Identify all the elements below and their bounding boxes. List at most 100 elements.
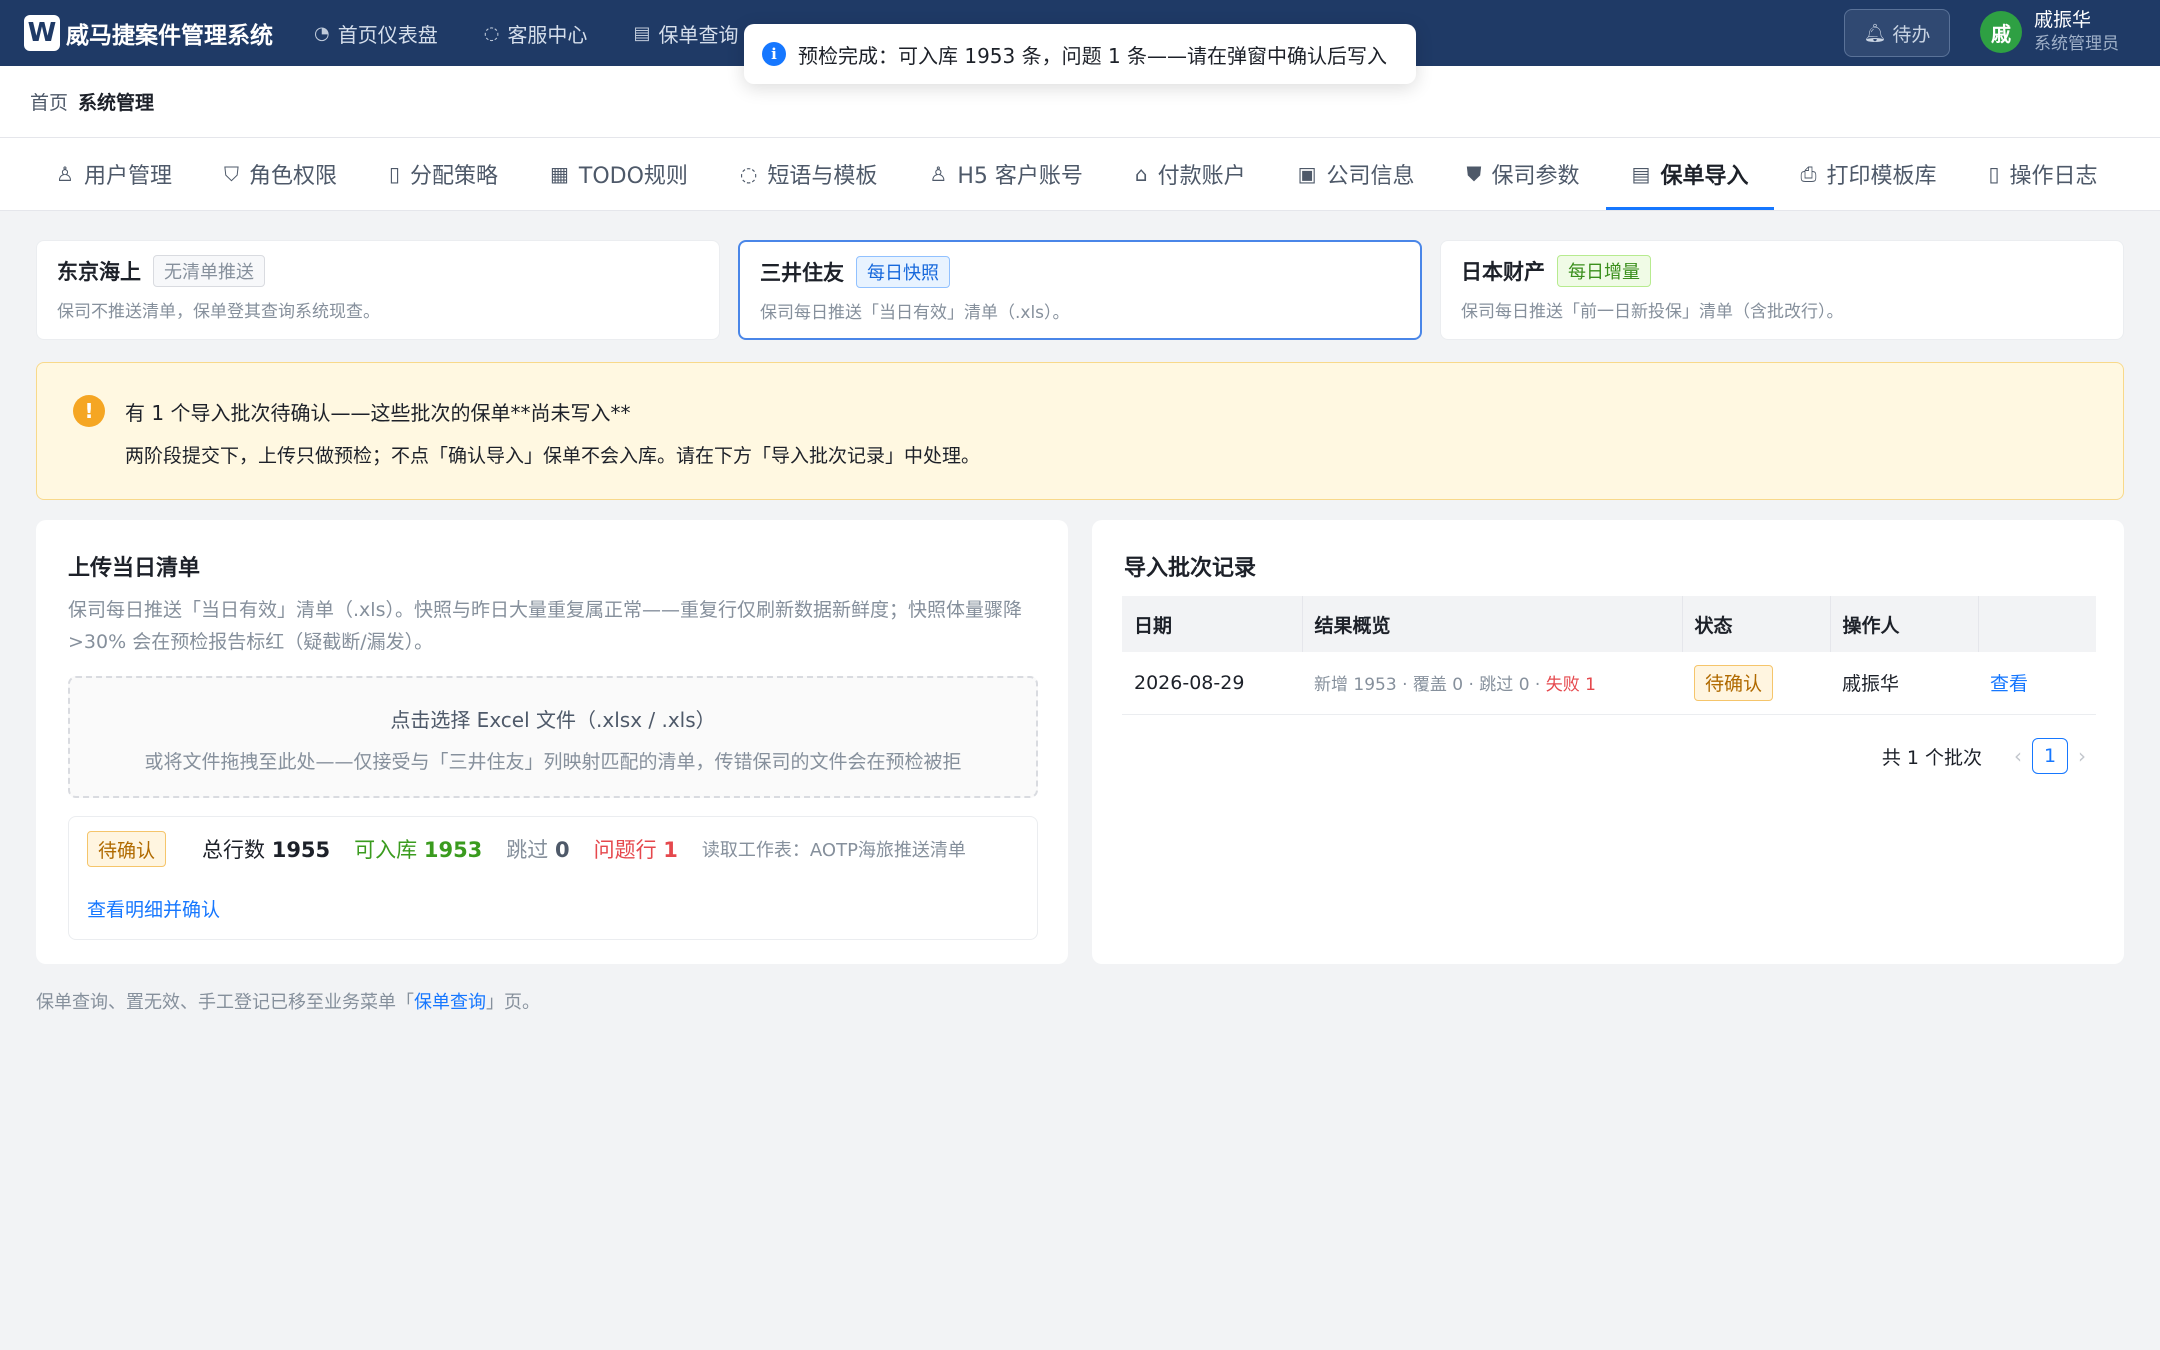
- dashboard-icon: ◔: [314, 22, 330, 44]
- message-icon: ◌: [739, 162, 758, 186]
- bank-icon: ⌂: [1134, 162, 1148, 186]
- table-header-row: 日期 结果概览 状态 操作人: [1122, 596, 2096, 652]
- dropzone-main-text: 点击选择 Excel 文件（.xlsx / .xls）: [390, 708, 716, 732]
- topnav-item-policy[interactable]: ▤ 保单查询: [633, 19, 738, 48]
- column-status: 状态: [1682, 596, 1831, 652]
- file-dropzone[interactable]: 点击选择 Excel 文件（.xlsx / .xls） 或将文件拖拽至此处——仅…: [68, 676, 1038, 798]
- problem-label: 问题行: [593, 838, 657, 862]
- problem-rows: 问题行 1: [594, 834, 678, 864]
- shield-icon: ⛉: [223, 162, 239, 186]
- user-role: 系统管理员: [2034, 34, 2119, 54]
- tab-policy-import[interactable]: ▤ 保单导入: [1605, 138, 1775, 210]
- calendar-icon: ▦: [550, 162, 569, 186]
- status-badge: 待确认: [87, 831, 167, 867]
- bell-icon: 🔔︎: [1863, 22, 1887, 44]
- company-card-tokio[interactable]: 东京海上 无清单推送 保司不推送清单，保单登其查询系统现查。: [36, 240, 720, 340]
- company-desc: 保司每日推送「前一日新投保」清单（含批改行）。: [1461, 302, 1844, 322]
- footnote-after: 」页。: [486, 992, 540, 1013]
- tab-company-info[interactable]: ▣ 公司信息: [1272, 138, 1441, 210]
- skipped-rows: 跳过 0: [506, 834, 569, 864]
- company-desc: 保司不推送清单，保单登其查询系统现查。: [57, 302, 380, 322]
- settings-tabs: ♙ 用户管理 ⛉ 角色权限 ▯ 分配策略 ▦ TODO规则 ◌ 短语与模板 ♙ H5 客户账…: [0, 138, 2160, 210]
- tab-insurer-params[interactable]: ⛊ 保司参数: [1441, 138, 1606, 210]
- avatar: 戚: [1980, 11, 2022, 53]
- app-title: 威马捷案件管理系统: [66, 23, 273, 49]
- batch-action-cell: 查看: [1978, 652, 2096, 715]
- worksheet-name: 读取工作表：AOTP海旅推送清单: [701, 840, 966, 861]
- chevron-right-icon[interactable]: ›: [2078, 744, 2086, 768]
- view-batch-link[interactable]: 查看: [1990, 673, 2028, 695]
- user-menu[interactable]: 戚 戚振华 系统管理员: [1980, 8, 2119, 56]
- topnav-item-service[interactable]: ◌ 客服中心: [484, 19, 588, 48]
- batch-table: 日期 结果概览 状态 操作人 2026-08-29 新增 1953 · 覆盖 0…: [1122, 596, 2096, 715]
- company-push-tag: 每日增量: [1557, 255, 1651, 287]
- tab-operation-log[interactable]: ▯ 操作日志: [1962, 138, 2123, 210]
- warning-title: 有 1 个导入批次待确认——这些批次的保单**尚未写入**: [125, 401, 631, 425]
- company-push-tag: 每日快照: [856, 256, 950, 288]
- upload-desc: 保司每日推送「当日有效」清单（.xls）。快照与昨日大量重复属正常——重复行仅刷…: [68, 599, 1022, 653]
- app-logo[interactable]: W 威马捷案件管理系统: [24, 15, 314, 51]
- chat-icon: ◌: [483, 22, 500, 44]
- topnav-item-dashboard[interactable]: ◔ 首页仪表盘: [314, 19, 438, 48]
- tab-print-templates[interactable]: ⎙ 打印模板库: [1774, 138, 1962, 210]
- skipped-label: 跳过: [506, 838, 549, 862]
- tab-phrases[interactable]: ◌ 短语与模板: [714, 138, 903, 210]
- tab-h5-accounts[interactable]: ♙ H5 客户账号: [903, 138, 1108, 210]
- problem-value: 1: [663, 838, 678, 862]
- company-name: 日本财产: [1461, 260, 1545, 284]
- document-icon: ▤: [633, 22, 651, 44]
- status-badge: 待确认: [1694, 664, 1774, 701]
- shield-check-icon: ⛊: [1466, 162, 1482, 186]
- warning-body: 两阶段提交下，上传只做预检；不点「确认导入」保单不会入库。请在下方「导入批次记录…: [125, 445, 981, 467]
- column-operator: 操作人: [1830, 596, 1979, 652]
- page-button[interactable]: 1: [2032, 738, 2068, 774]
- logo-mark: W: [24, 15, 60, 51]
- batch-summary-text: 新增 1953 · 覆盖 0 · 跳过 0 ·: [1314, 675, 1546, 696]
- company-name: 三井住友: [760, 261, 844, 285]
- company-card-mitsui[interactable]: 三井住友 每日快照 保司每日推送「当日有效」清单（.xls）。: [738, 240, 1422, 340]
- tab-roles[interactable]: ⛉ 角色权限: [198, 138, 363, 210]
- list-icon: ▤: [1631, 162, 1651, 186]
- precheck-stats: 待确认 总行数 1955 可入库 1953 跳过 0 问题行 1 读取工作表：A…: [87, 831, 966, 867]
- total-rows-label: 总行数: [202, 838, 266, 862]
- table-row: 2026-08-29 新增 1953 · 覆盖 0 · 跳过 0 · 失败 1 …: [1122, 652, 2096, 715]
- upload-title: 上传当日清单: [68, 556, 201, 581]
- pagination: 共 1 个批次 ‹ 1 ›: [1882, 738, 2096, 774]
- info-icon: i: [762, 42, 786, 66]
- batch-records-panel: 导入批次记录 日期 结果概览 状态 操作人 2026-08-29 新增 1953…: [1092, 520, 2124, 964]
- todo-button[interactable]: 🔔︎ 待办: [1844, 9, 1950, 57]
- user-info: 戚振华 系统管理员: [2034, 8, 2119, 56]
- people-icon: ♙: [929, 162, 948, 186]
- column-summary: 结果概览: [1302, 596, 1683, 652]
- tab-todo-rules[interactable]: ▦ TODO规则: [524, 138, 714, 210]
- company-card-header: 三井住友 每日快照: [760, 256, 1400, 288]
- user-icon: ♙: [56, 162, 74, 186]
- log-icon: ▯: [1988, 162, 2000, 186]
- tab-users[interactable]: ♙ 用户管理: [30, 138, 198, 210]
- view-details-confirm-link[interactable]: 查看明细并确认: [87, 895, 220, 922]
- user-name: 戚振华: [2034, 9, 2092, 31]
- batch-title: 导入批次记录: [1124, 556, 1257, 581]
- breadcrumb-home[interactable]: 首页: [30, 88, 68, 115]
- total-rows-value: 1955: [271, 838, 331, 862]
- company-name: 东京海上: [57, 260, 141, 284]
- printer-icon: ⎙: [1800, 162, 1817, 186]
- column-date: 日期: [1122, 596, 1303, 652]
- footnote: 保单查询、置无效、手工登记已移至业务菜单「保单查询」页。: [36, 988, 540, 1014]
- chevron-left-icon[interactable]: ‹: [2014, 744, 2022, 768]
- batch-summary: 新增 1953 · 覆盖 0 · 跳过 0 · 失败 1: [1302, 652, 1682, 715]
- tab-strategy[interactable]: ▯ 分配策略: [363, 138, 524, 210]
- batch-fail-count: 失败 1: [1545, 675, 1596, 696]
- total-rows: 总行数 1955: [202, 834, 330, 864]
- company-card-sompo[interactable]: 日本财产 每日增量 保司每日推送「前一日新投保」清单（含批改行）。: [1440, 240, 2124, 340]
- skipped-value: 0: [554, 838, 570, 862]
- company-desc: 保司每日推送「当日有效」清单（.xls）。: [760, 303, 1070, 323]
- tab-payment-accounts[interactable]: ⌂ 付款账户: [1109, 138, 1272, 210]
- importable-rows: 可入库 1953: [354, 834, 482, 864]
- batch-operator: 戚振华: [1830, 652, 1978, 715]
- importable-label: 可入库: [354, 838, 418, 862]
- toast-notification: i 预检完成：可入库 1953 条，问题 1 条——请在弹窗中确认后写入: [744, 24, 1416, 84]
- company-card-header: 日本财产 每日增量: [1461, 255, 2103, 287]
- strategy-icon: ▯: [388, 162, 400, 186]
- policy-query-link[interactable]: 保单查询: [414, 992, 486, 1013]
